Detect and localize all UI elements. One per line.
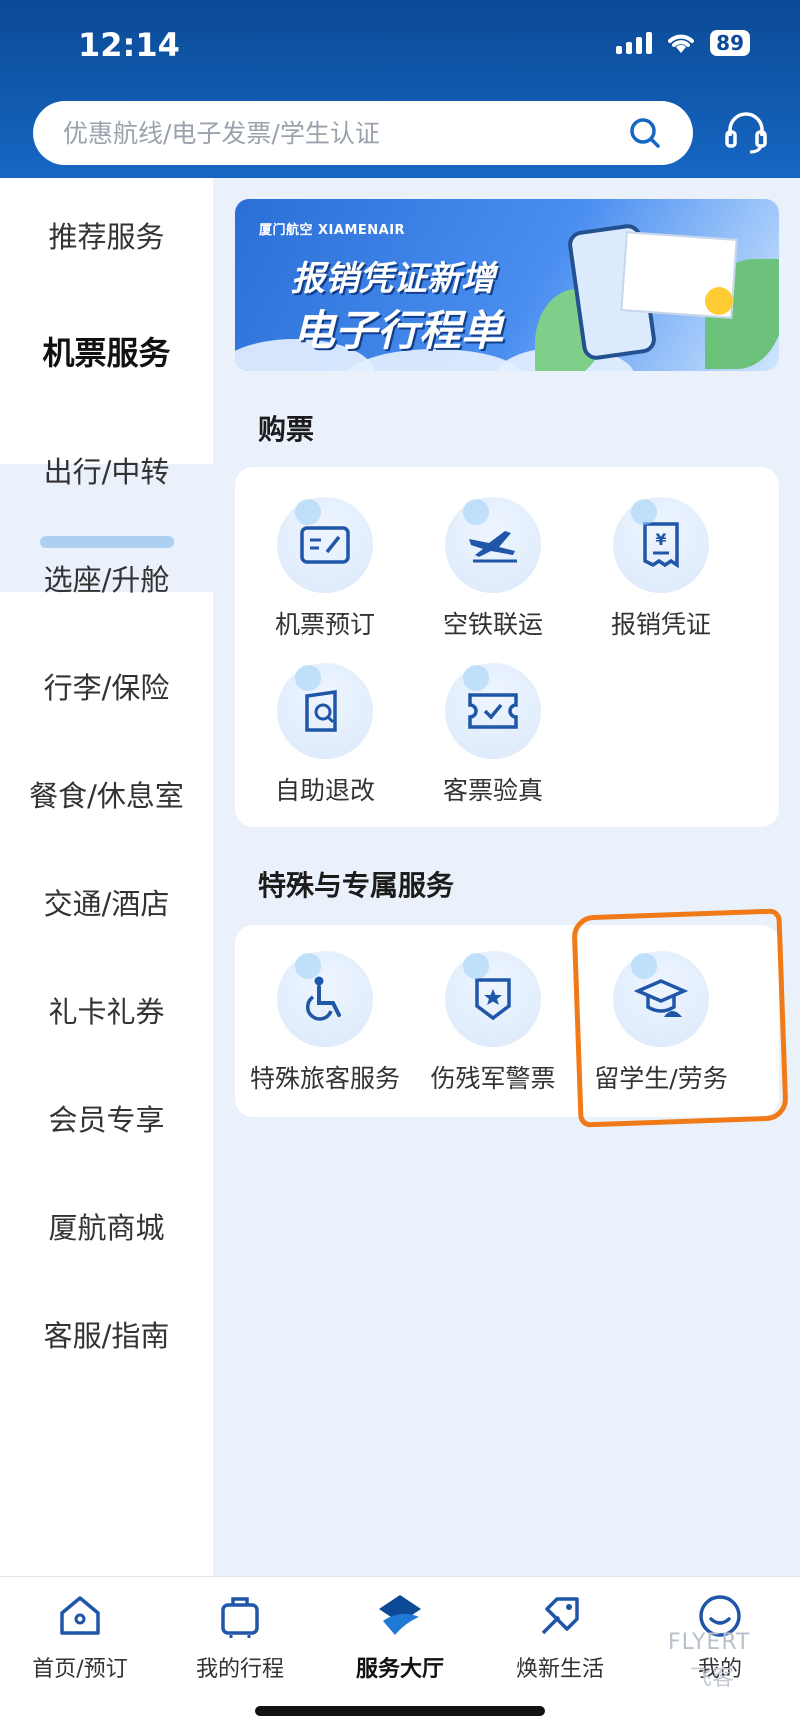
sidebar-item-travel-transit[interactable]: 出行/中转 [0,449,213,491]
watermark-brand: FLYERT [668,1630,751,1655]
nav-lifestyle[interactable]: 焕新生活 [480,1591,640,1683]
sidebar-item-seat-upgrade[interactable]: 选座/升舱 [0,557,213,599]
service-hall-icon [375,1591,425,1641]
watermark-sub: 飞客 [690,1666,735,1691]
nav-my-trips[interactable]: 我的行程 [160,1591,320,1683]
home-indicator [255,1706,545,1716]
wifi-icon [668,34,695,53]
highlight-annotation [571,908,789,1128]
sidebar-item-transport-hotel[interactable]: 交通/酒店 [0,881,213,923]
airline-logo: 厦门航空 XIAMENAIR [259,223,406,238]
search-input[interactable] [63,118,627,148]
search-icon[interactable] [627,115,663,151]
sidebar-item-customer-guide[interactable]: 客服/指南 [0,1313,213,1355]
badge-icon [445,951,541,1047]
promo-banner[interactable]: 厦门航空 XIAMENAIR 报销凭证新增 电子行程单 [235,199,779,371]
service-ticket-verify[interactable]: 客票验真 [409,663,577,807]
nav-home[interactable]: 首页/预订 [0,1591,160,1683]
plane-train-icon [445,497,541,593]
section-title-purchase: 购票 [258,413,315,446]
sidebar-item-member-exclusive[interactable]: 会员专享 [0,1097,213,1139]
status-time: 12:14 [78,26,180,64]
nav-service-hall[interactable]: 服务大厅 [320,1591,480,1683]
service-special-passenger[interactable]: 特殊旅客服务 [241,951,409,1095]
banner-headline-1: 报销凭证新增 [291,259,495,299]
search-bar[interactable] [33,101,693,165]
service-flight-booking[interactable]: 机票预订 [241,497,409,641]
sidebar-item-recommended[interactable]: 推荐服务 [0,214,213,256]
verify-ticket-icon [445,663,541,759]
service-disabled-military[interactable]: 伤残军警票 [409,951,577,1095]
status-icons: 89 [616,30,750,56]
check-badge-icon [705,287,733,315]
sidebar-item-mall[interactable]: 厦航商城 [0,1205,213,1247]
home-icon [55,1591,105,1641]
service-air-rail[interactable]: 空铁联运 [409,497,577,641]
service-self-refund[interactable]: 自助退改 [241,663,409,807]
battery-indicator: 89 [710,30,750,56]
wheelchair-icon [277,951,373,1047]
refund-icon [277,663,373,759]
svg-text:¥: ¥ [655,530,666,549]
luggage-icon [215,1591,265,1641]
section-title-special: 特殊与专属服务 [258,869,455,902]
purchase-card: 机票预订 空铁联运 ¥ 报销凭证 自助退改 客票验真 [235,467,779,827]
active-indicator [40,536,174,548]
sidebar-item-meal-lounge[interactable]: 餐食/休息室 [0,773,213,815]
sidebar-item-gift-cards[interactable]: 礼卡礼券 [0,989,213,1031]
ticket-icon [277,497,373,593]
lifestyle-icon [535,1591,585,1641]
sidebar-item-flight-services[interactable]: 机票服务 [0,328,213,374]
app-header: 12:14 89 [0,0,800,178]
cellular-signal-icon [616,32,653,54]
customer-service-icon[interactable] [722,110,770,158]
category-sidebar: 推荐服务 机票服务 出行/中转 选座/升舱 行李/保险 餐食/休息室 交通/酒店… [0,178,213,1576]
receipt-icon: ¥ [613,497,709,593]
service-reimbursement[interactable]: ¥ 报销凭证 [577,497,745,641]
sidebar-item-baggage-insurance[interactable]: 行李/保险 [0,665,213,707]
banner-headline-2: 电子行程单 [293,306,504,355]
